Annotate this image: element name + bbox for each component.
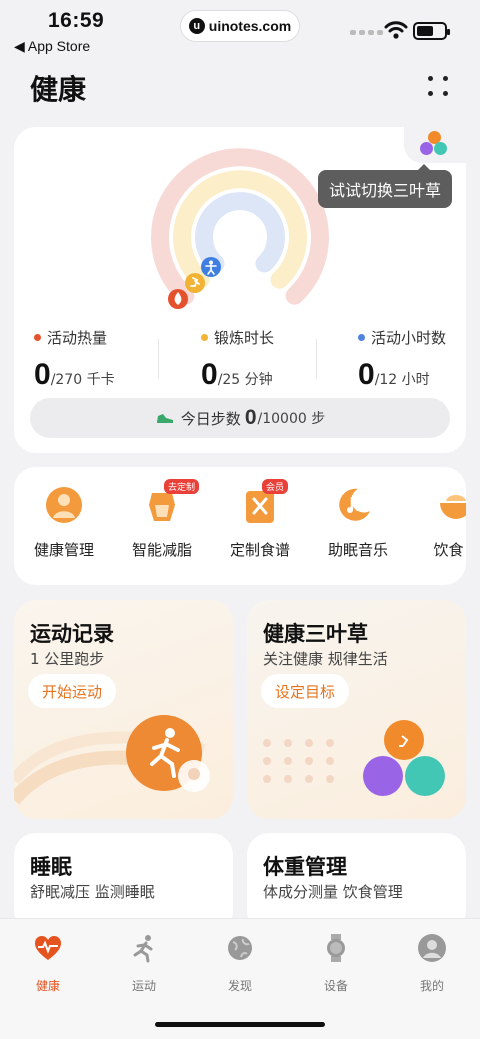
fat-loss-icon: 去定制 [142,479,200,525]
clover-illustration [263,720,445,796]
tab-health[interactable]: 健康 [18,933,78,994]
tab-profile[interactable]: 我的 [402,933,462,994]
watch-icon [327,934,345,962]
recipe-book-icon: 会员 [240,479,289,525]
shortcut-sleep-music[interactable]: 助眠音乐 [308,485,408,560]
page-title: 健康 [30,73,87,106]
exercise-runner-icon [185,273,205,293]
divider [158,339,159,379]
exercise-record-card[interactable]: 运动记录 1 公里跑步 开始运动 [14,600,233,819]
globe-icon [228,936,252,960]
badge-customize: 去定制 [164,479,200,494]
stat-value: 0 [34,358,51,391]
shortcut-label: 健康管理 [33,541,94,559]
tab-discover[interactable]: 发现 [210,933,270,994]
url-pill[interactable]: u uinotes.com [180,10,300,42]
bottom-tab-bar: 健康 运动 发现 设备 我的 [0,918,480,1039]
wifi-icon [384,21,408,39]
shortcut-label: 智能减脂 [131,541,192,559]
shoe-icon [156,414,173,423]
shortcut-recipe[interactable]: 会员 定制食谱 [210,479,310,560]
site-logo-icon: u [188,18,205,34]
stat-active-hours: 活动小时数 0/12 小时 [358,327,446,392]
stat-label: 活动热量 [47,329,108,347]
shortcut-label: 饮食日 [433,541,466,559]
divider [316,339,317,379]
activity-rings-card[interactable]: 试试切换三叶草 活动热量 0/270 千卡 锻炼时长 0/25 分钟 活动小时数… [14,127,466,453]
tab-label: 发现 [227,979,252,993]
steps-target: /10000 步 [257,411,326,427]
profile-icon [418,934,446,962]
card-title: 睡眠 [30,855,72,879]
activity-rings-chart [151,148,329,309]
stat-exercise: 锻炼时长 0/25 分钟 [201,327,274,392]
tab-label: 运动 [131,979,156,993]
status-bar: 16:59 ◀ App Store u uinotes.com [0,0,480,60]
stat-calories: 活动热量 0/270 千卡 [34,327,115,392]
url-text: uinotes.com [208,18,292,34]
health-clover-card[interactable]: 健康三叶草 关注健康 规律生活 设定目标 [247,600,466,819]
stat-target: /25 分钟 [217,372,273,388]
tab-label: 我的 [419,979,444,993]
shortcut-diet[interactable]: 饮食日 [406,485,466,560]
shortcut-label: 助眠音乐 [327,541,388,559]
tab-exercise[interactable]: 运动 [114,933,174,994]
stat-target: /270 千卡 [50,372,115,388]
health-manage-icon [44,485,84,525]
steps-label: 今日步数 [180,409,241,428]
stat-value: 0 [201,358,218,391]
shortcut-fat-loss[interactable]: 去定制 智能减脂 [112,479,212,560]
runner-icon [133,935,153,963]
shortcut-label: 定制食谱 [229,541,290,559]
home-indicator [155,1022,325,1027]
stat-label: 活动小时数 [371,329,447,347]
stat-target: /12 小时 [374,372,430,388]
shortcuts-card: 健康管理 去定制 智能减脂 会员 定制食谱 助眠音乐 饮食日 [14,467,466,585]
tab-label: 设备 [323,979,348,993]
stat-value: 0 [358,358,375,391]
stat-label: 锻炼时长 [214,329,275,347]
badge-member: 会员 [262,479,289,494]
clover-tooltip: 试试切换三叶草 [318,164,453,208]
card-subtitle: 舒眠减压 监测睡眠 [30,883,155,901]
steps-bar[interactable]: 今日步数 0 /10000 步 [30,398,450,438]
switch-clover-button[interactable] [404,127,466,163]
heart-pulse-icon [35,936,61,960]
card-subtitle: 体成分测量 饮食管理 [263,883,403,901]
battery-icon [413,22,450,40]
steps-value: 0 [244,406,257,429]
grid-menu-button[interactable] [428,76,450,98]
shortcut-health-manage[interactable]: 健康管理 [14,485,114,560]
tab-label: 健康 [35,979,60,993]
cellular-signal-icon [350,30,383,35]
back-to-app-store-link[interactable]: ◀ App Store [14,38,90,55]
tab-devices[interactable]: 设备 [306,933,366,994]
sleep-music-icon [338,485,378,525]
card-title: 体重管理 [263,855,347,879]
running-track-illustration [14,715,210,805]
diet-bowl-icon [436,485,466,525]
status-time: 16:59 [48,9,105,32]
